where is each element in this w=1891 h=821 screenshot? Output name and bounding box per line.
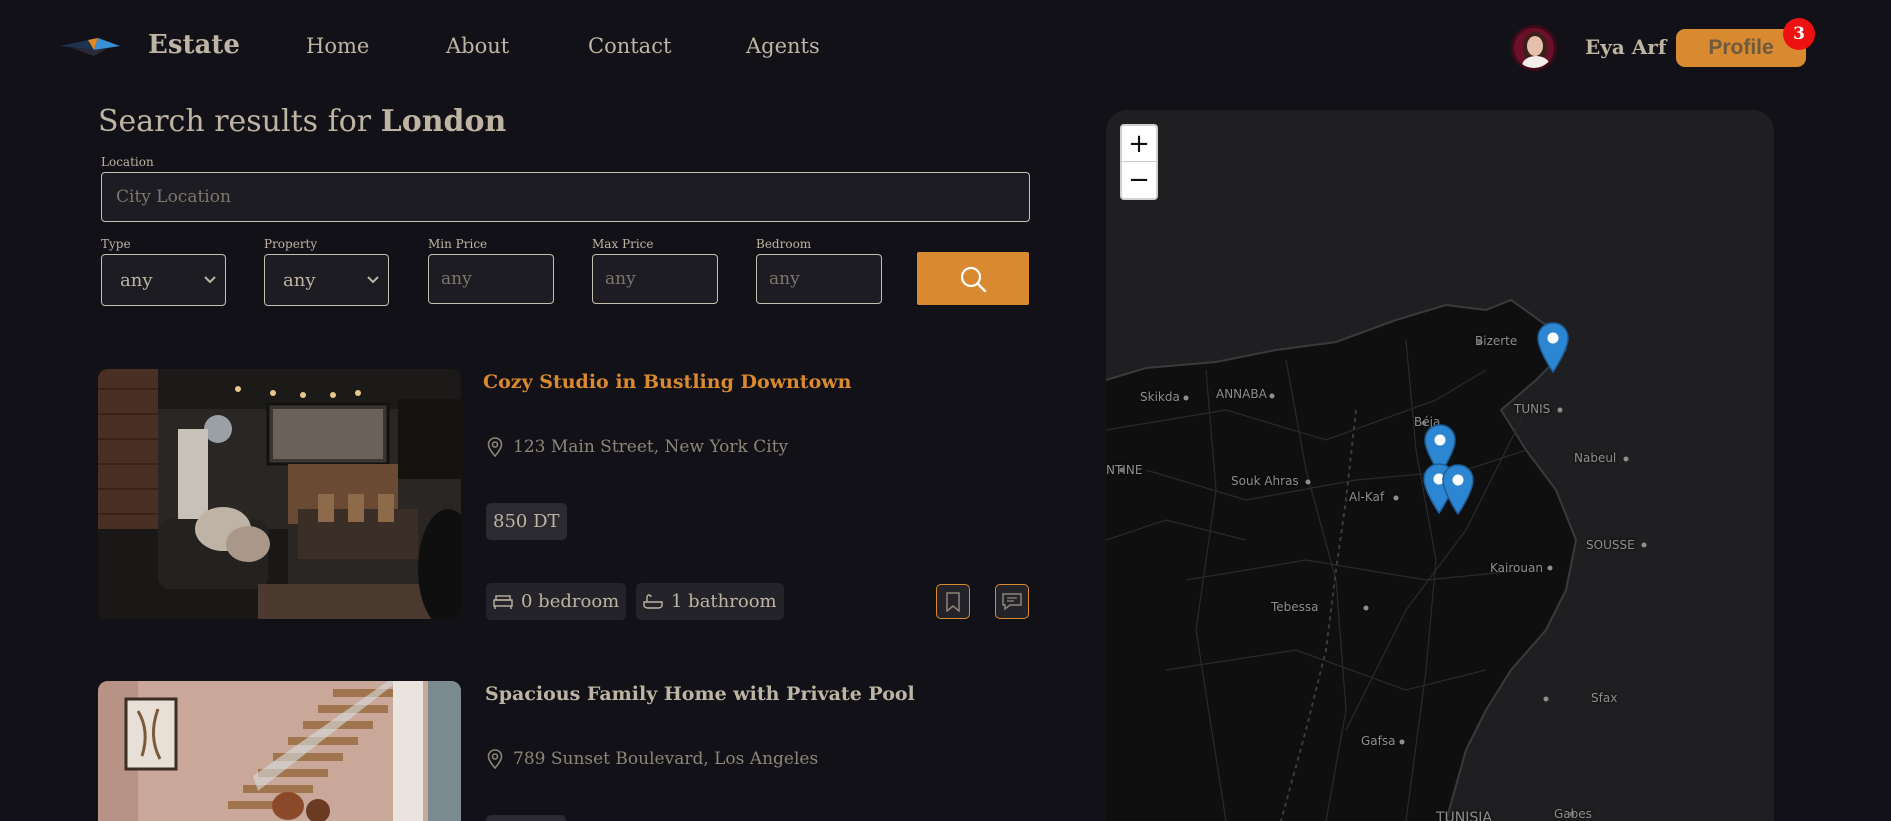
- map-label: Gafsa: [1361, 734, 1396, 748]
- listing-price: [486, 815, 566, 821]
- chevron-down-icon: [204, 276, 216, 284]
- map-label: Sfax: [1591, 691, 1618, 705]
- location-pin-icon: [487, 437, 503, 457]
- type-select[interactable]: any: [101, 254, 226, 306]
- bed-icon: [493, 594, 513, 609]
- zoom-out-button[interactable]: −: [1122, 162, 1156, 198]
- map-label: Bizerte: [1475, 334, 1518, 348]
- max-price-input[interactable]: [592, 254, 718, 304]
- listing-address: 123 Main Street, New York City: [487, 437, 788, 457]
- nav-link-home[interactable]: Home: [306, 34, 369, 58]
- map-label: TUNISIA: [1436, 810, 1492, 821]
- bookmark-button[interactable]: [936, 584, 970, 619]
- map-label: Gabes: [1554, 807, 1592, 821]
- map-label: Souk Ahras: [1231, 474, 1299, 488]
- bedroom-label: Bedroom: [756, 237, 812, 251]
- search-button[interactable]: [917, 252, 1029, 305]
- min-price-input[interactable]: [428, 254, 554, 304]
- map-label: Al-Kaf: [1349, 490, 1385, 504]
- location-label: Location: [101, 155, 154, 169]
- brand-logo-icon[interactable]: [58, 36, 122, 58]
- search-results-title: Search results for London: [98, 104, 507, 139]
- listing-price: 850 DT: [486, 503, 567, 540]
- location-input[interactable]: [101, 172, 1030, 222]
- top-navbar: Estate Home About Contact Agents Eya Arf…: [0, 0, 1891, 96]
- nav-link-agents[interactable]: Agents: [746, 34, 820, 58]
- map-label: Tebessa: [1271, 600, 1319, 614]
- bedroom-input[interactable]: [756, 254, 882, 304]
- property-label: Property: [264, 237, 318, 251]
- map-label: ANNABA: [1216, 387, 1267, 401]
- max-price-label: Max Price: [592, 237, 654, 251]
- results-map[interactable]: Bizerte Skikda ANNABA TUNIS Béja NTINE S…: [1106, 110, 1774, 821]
- map-label: Kairouan: [1490, 561, 1543, 575]
- map-label: SOUSSE: [1586, 538, 1635, 552]
- map-marker-icon[interactable]: [1441, 464, 1475, 516]
- bathroom-feature: 1 bathroom: [636, 583, 784, 620]
- min-price-label: Min Price: [428, 237, 488, 251]
- map-label: Skikda: [1140, 390, 1180, 404]
- location-pin-icon: [487, 749, 503, 769]
- type-label: Type: [101, 237, 131, 251]
- zoom-control: + −: [1120, 124, 1158, 200]
- chevron-down-icon: [367, 276, 379, 284]
- notification-badge: 3: [1783, 18, 1815, 50]
- bookmark-icon: [946, 591, 960, 612]
- listing-title[interactable]: Cozy Studio in Bustling Downtown: [483, 371, 851, 393]
- search-city: London: [380, 104, 507, 139]
- user-avatar[interactable]: [1511, 25, 1557, 71]
- map-marker-icon[interactable]: [1536, 322, 1570, 374]
- listing-title[interactable]: Spacious Family Home with Private Pool: [485, 683, 915, 705]
- bedroom-feature: 0 bedroom: [486, 583, 627, 620]
- brand-name[interactable]: Estate: [148, 30, 240, 60]
- map-label: Nabeul: [1574, 451, 1617, 465]
- listing-address: 789 Sunset Boulevard, Los Angeles: [487, 749, 818, 769]
- listing-image[interactable]: [98, 681, 461, 821]
- chat-icon: [1002, 592, 1022, 611]
- bathtub-icon: [643, 593, 663, 609]
- nav-link-about[interactable]: About: [446, 34, 509, 58]
- search-icon: [960, 266, 987, 292]
- listing-image[interactable]: [98, 369, 461, 619]
- message-button[interactable]: [995, 584, 1029, 619]
- map-label: NTINE: [1106, 463, 1143, 477]
- map-label: TUNIS: [1514, 402, 1551, 416]
- nav-link-contact[interactable]: Contact: [588, 34, 671, 58]
- zoom-in-button[interactable]: +: [1122, 126, 1156, 162]
- username: Eya Arf: [1585, 35, 1667, 59]
- property-select[interactable]: any: [264, 254, 389, 306]
